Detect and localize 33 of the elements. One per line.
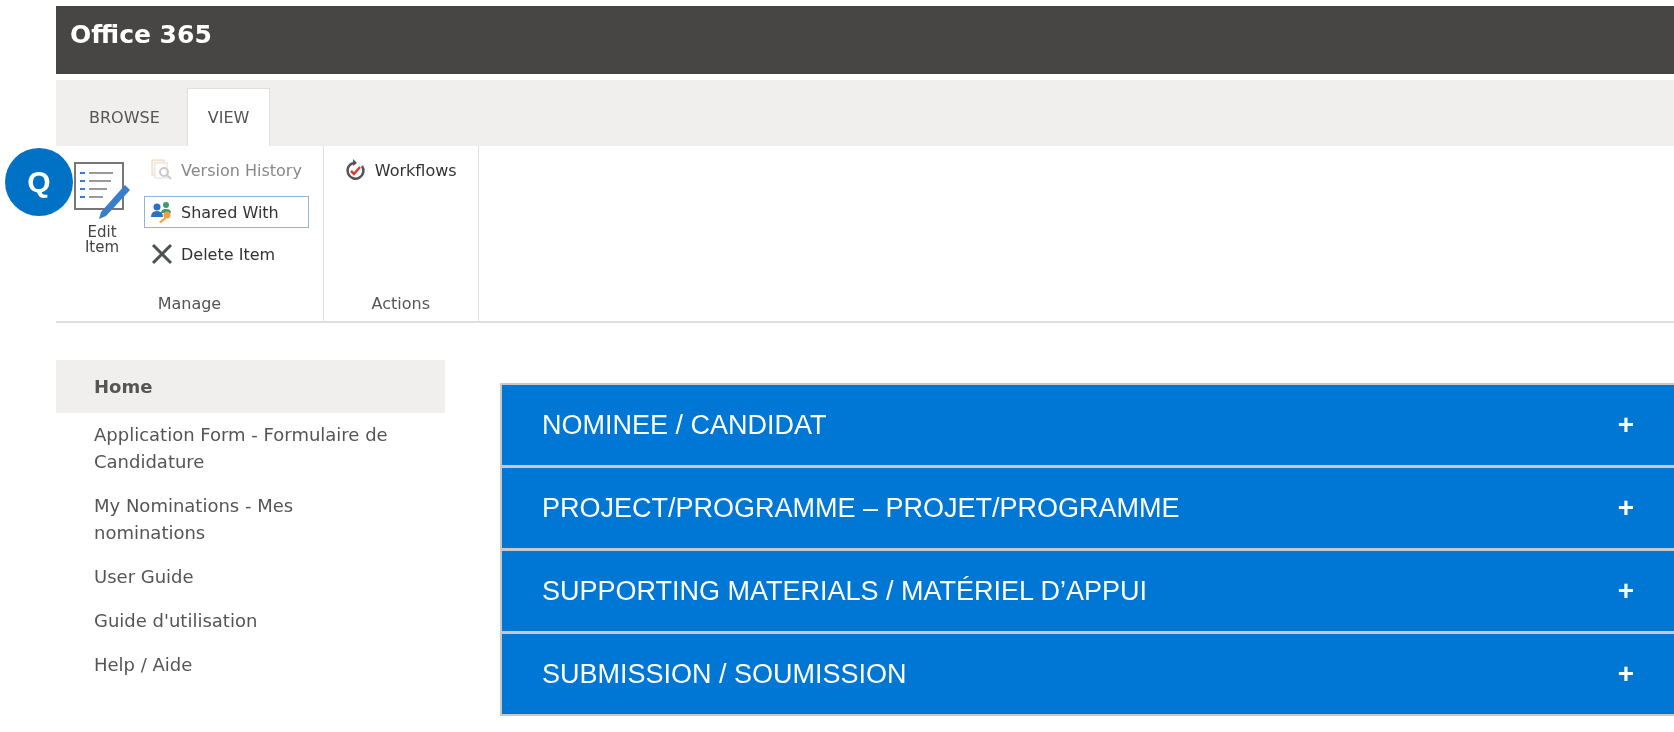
shared-with-button[interactable]: Shared With	[144, 196, 309, 228]
ribbon-tab[interactable]: BROWSE	[68, 88, 181, 146]
app-title[interactable]: Office 365	[70, 20, 212, 49]
section-title: PROJECT/PROGRAMME – PROJET/PROGRAMME	[542, 492, 1180, 524]
badge: Q	[5, 148, 73, 216]
edit-document-icon	[73, 161, 131, 221]
ribbon-group-label: Actions	[371, 294, 430, 313]
ribbon-tab[interactable]: VIEW	[186, 88, 271, 146]
accordion-header[interactable]: SUBMISSION / SOUMISSION +	[502, 634, 1674, 714]
circular-check-icon	[344, 159, 367, 181]
section-title: SUPPORTING MATERIALS / MATÉRIEL D’APPUI	[542, 575, 1148, 607]
close-icon	[151, 243, 173, 265]
workflows-button[interactable]: Workflows	[337, 154, 464, 186]
people-key-icon	[151, 201, 173, 223]
edit-item-button[interactable]: Edit Item	[70, 154, 134, 262]
expand-toggle[interactable]: +	[1617, 658, 1634, 690]
expand-toggle[interactable]: +	[1617, 409, 1634, 441]
accordion-header[interactable]: PROJECT/PROGRAMME – PROJET/PROGRAMME +	[502, 468, 1674, 548]
nav-link[interactable]: Application Form - Formulaire de Candidature	[56, 413, 445, 484]
nav-link[interactable]: Guide d'utilisation	[56, 599, 445, 643]
nav-link[interactable]: Home	[56, 360, 445, 413]
documents-magnifier-icon	[151, 159, 173, 181]
expand-toggle[interactable]: +	[1617, 575, 1634, 607]
ribbon-group-label: Manage	[157, 294, 222, 313]
delete-item-button[interactable]: Delete Item	[144, 238, 309, 270]
accordion-header[interactable]: SUPPORTING MATERIALS / MATÉRIEL D’APPUI +	[502, 551, 1674, 631]
section-title: NOMINEE / CANDIDAT	[542, 409, 827, 441]
expand-toggle[interactable]: +	[1617, 492, 1634, 524]
section-title: SUBMISSION / SOUMISSION	[542, 658, 907, 690]
nav-link[interactable]: My Nominations - Mes nominations	[56, 484, 445, 555]
accordion-header[interactable]: NOMINEE / CANDIDAT +	[502, 385, 1674, 465]
nav-link[interactable]: Help / Aide	[56, 643, 445, 687]
nav-link[interactable]: User Guide	[56, 555, 445, 599]
